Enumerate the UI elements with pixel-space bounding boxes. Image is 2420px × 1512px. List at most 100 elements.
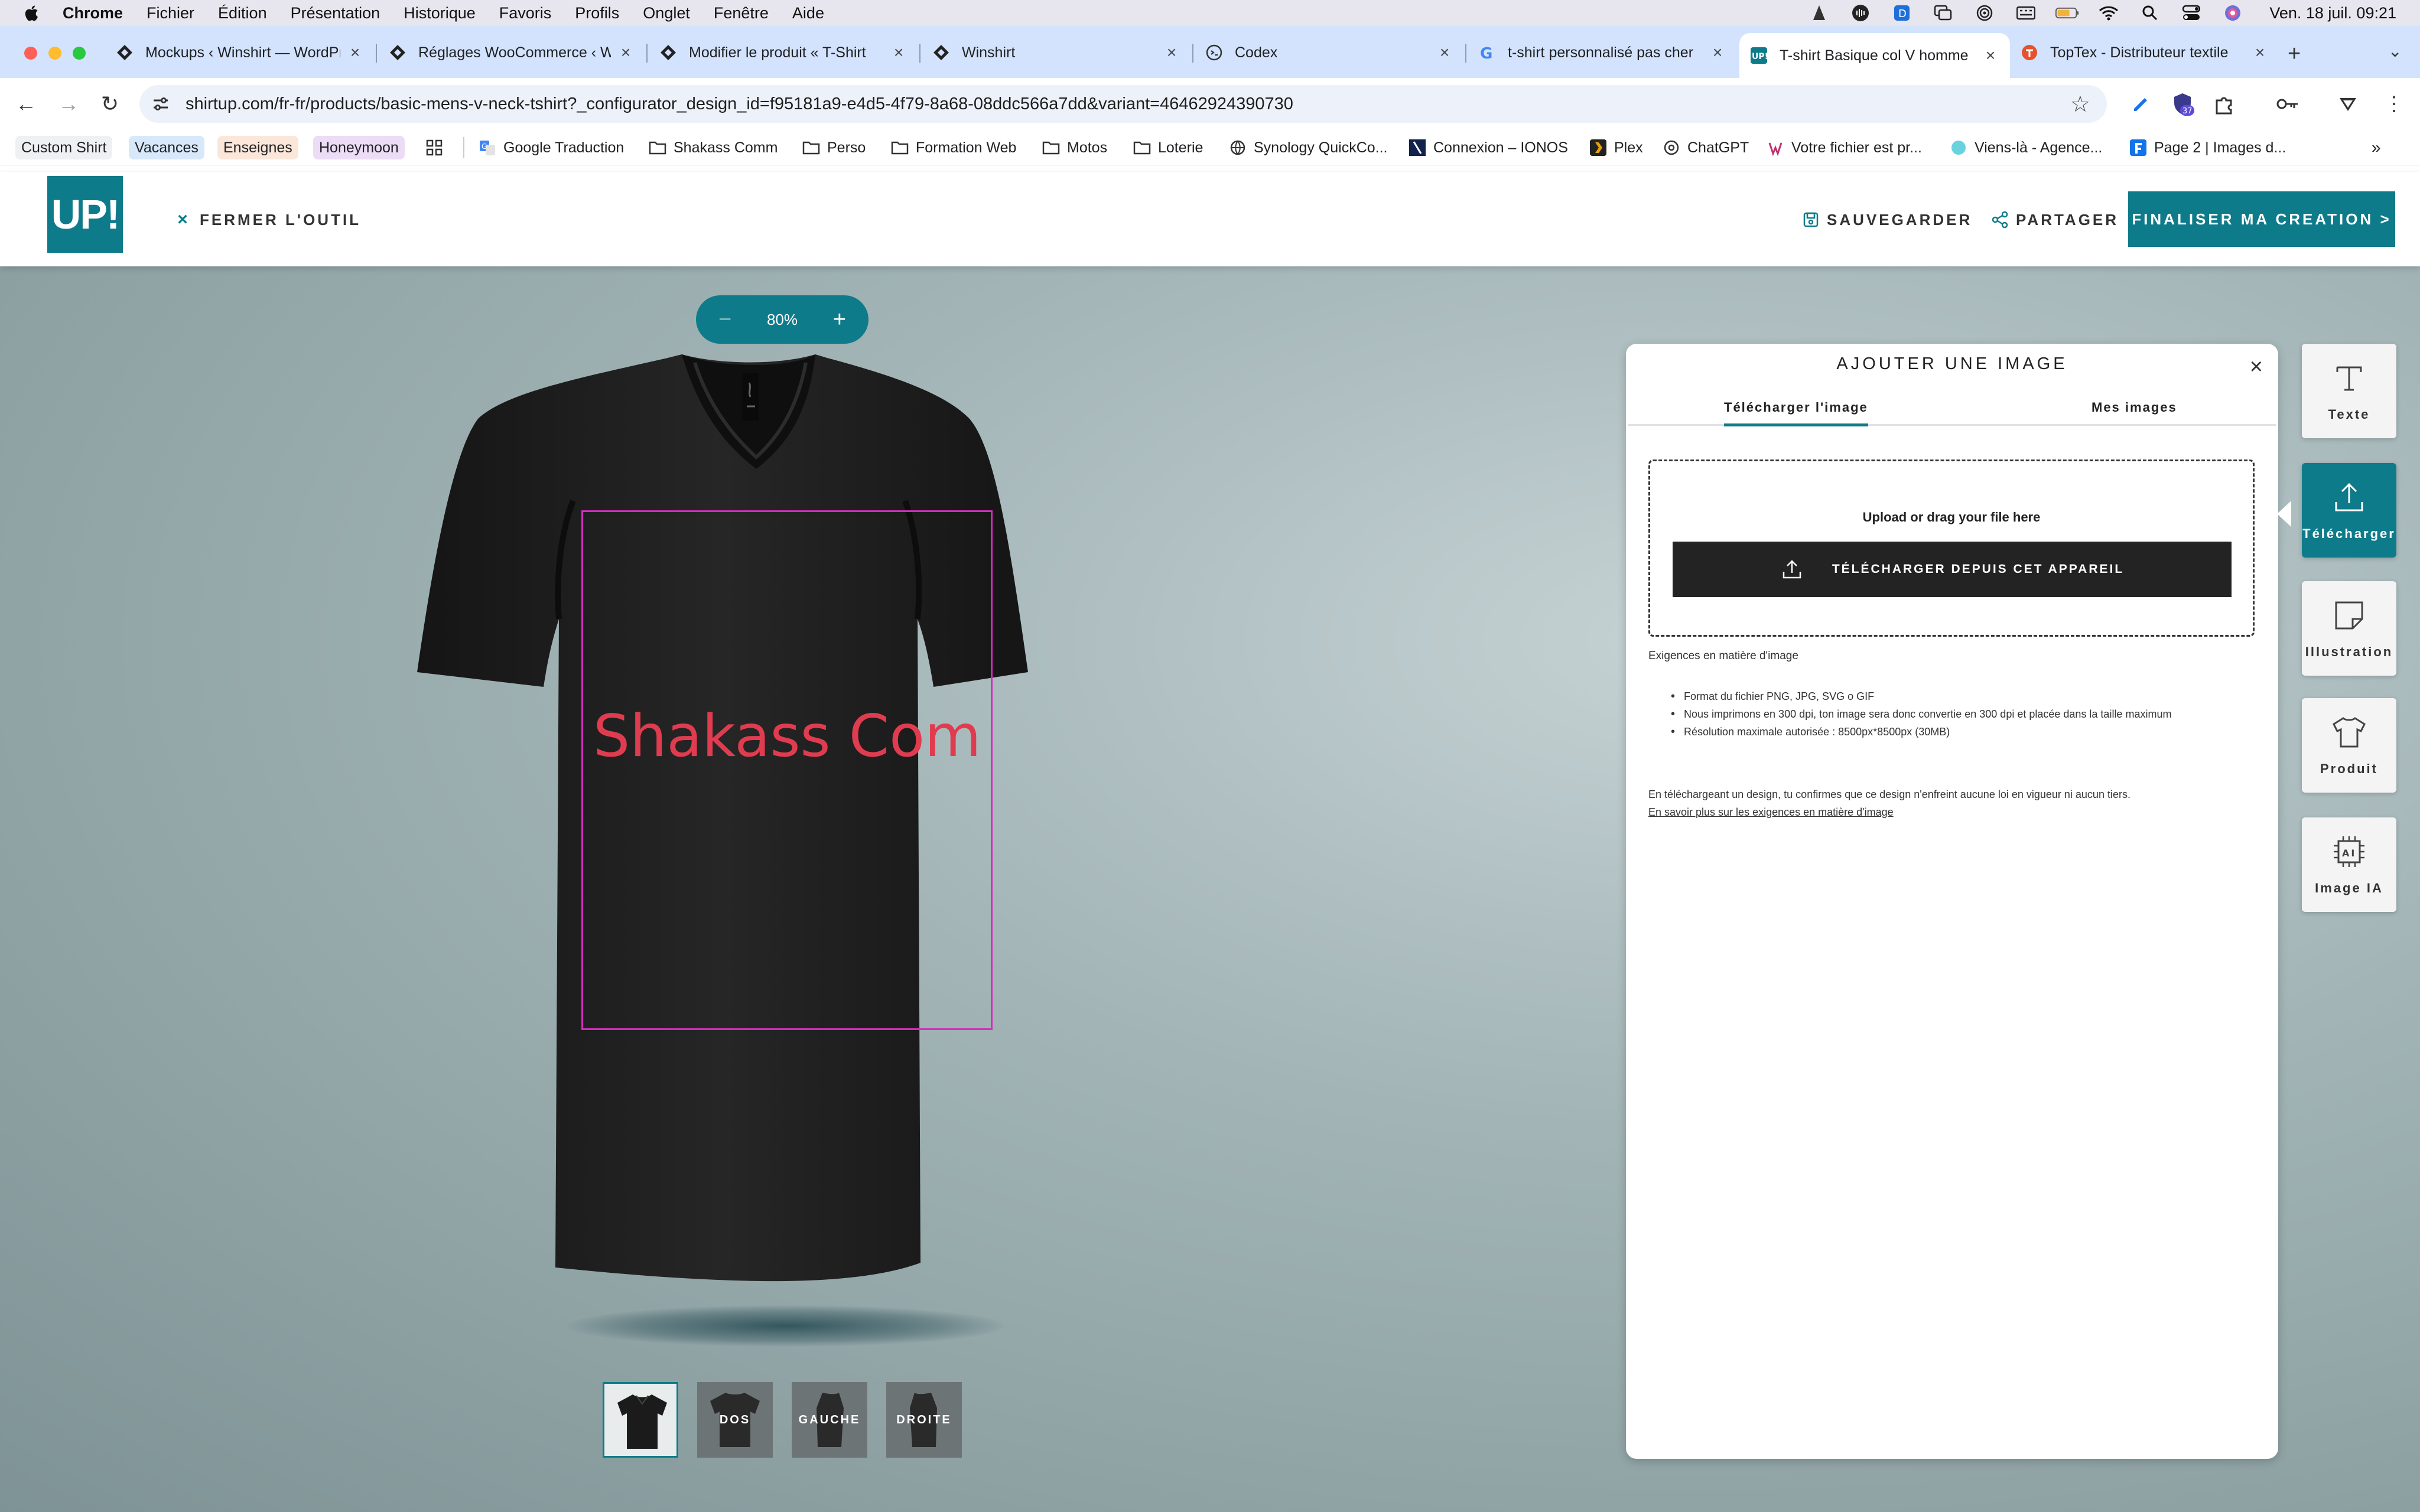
bookmark-folder-perso[interactable]: Perso xyxy=(802,136,866,159)
tab-shirtup-active[interactable]: UP! T-shirt Basique col V homme × xyxy=(1739,33,2010,78)
view-thumb-front[interactable] xyxy=(603,1382,678,1458)
tool-product[interactable]: Produit xyxy=(2302,698,2396,793)
bookmark-folder-loterie[interactable]: Loterie xyxy=(1133,136,1203,159)
tab-close-icon[interactable]: × xyxy=(1709,43,1726,61)
tab-close-icon[interactable]: × xyxy=(2251,43,2269,61)
tab-upload-image[interactable]: Télécharger l'image xyxy=(1724,400,1868,426)
tab-close-icon[interactable]: × xyxy=(346,43,364,61)
reload-icon[interactable]: ↻ xyxy=(96,90,124,118)
bookmark-custom-shirt[interactable]: Custom Shirt xyxy=(15,136,113,159)
address-bar[interactable]: shirtup.com/fr-fr/products/basic-mens-v-… xyxy=(139,85,2107,123)
menu-profils[interactable]: Profils xyxy=(575,4,619,22)
airdrop-icon[interactable] xyxy=(1973,4,1996,22)
menu-aide[interactable]: Aide xyxy=(792,4,824,22)
tab-close-icon[interactable]: × xyxy=(890,43,908,61)
bookmark-page-2-images[interactable]: Page 2 | Images d... xyxy=(2129,136,2286,159)
bookmark-viens-la[interactable]: Viens-là - Agence... xyxy=(1950,136,2102,159)
password-key-icon[interactable] xyxy=(2273,90,2302,118)
profile-extension-icon[interactable] xyxy=(2334,90,2362,118)
tab-google-search[interactable]: G t-shirt personnalisé pas cher × xyxy=(1478,33,1726,72)
audio-icon[interactable] xyxy=(1849,4,1872,22)
menu-presentation[interactable]: Présentation xyxy=(291,4,380,22)
close-icon[interactable]: × xyxy=(2250,354,2263,380)
menu-fenetre[interactable]: Fenêtre xyxy=(714,4,769,22)
apple-icon[interactable] xyxy=(24,4,41,22)
tool-ai-image[interactable]: AI Image IA xyxy=(2302,817,2396,912)
tool-text[interactable]: Texte xyxy=(2302,344,2396,438)
requirements-link[interactable]: En savoir plus sur les exigences en mati… xyxy=(1648,803,2257,821)
tab-mockups[interactable]: Mockups ‹ Winshirt — WordPress × xyxy=(116,33,364,72)
bookmark-plex[interactable]: Plex xyxy=(1589,136,1643,159)
back-arrow-icon[interactable]: ← xyxy=(12,90,40,118)
forward-arrow-icon[interactable]: → xyxy=(54,90,83,118)
close-tool-button[interactable]: × FERMER L'OUTIL xyxy=(175,208,361,232)
bookmark-folder-formation-web[interactable]: Formation Web xyxy=(891,136,1016,159)
menu-fichier[interactable]: Fichier xyxy=(147,4,194,22)
control-center-icon[interactable] xyxy=(2180,4,2203,22)
site-info-icon[interactable] xyxy=(151,94,170,113)
view-thumb-right[interactable]: DROITE xyxy=(886,1382,962,1458)
bookmark-folder-motos[interactable]: Motos xyxy=(1042,136,1107,159)
finalize-creation-button[interactable]: FINALISER MA CREATION > xyxy=(2128,191,2395,247)
apps-grid-icon[interactable] xyxy=(425,136,443,159)
shirtup-logo[interactable]: UP! xyxy=(47,176,123,253)
bookmark-honeymoon[interactable]: Honeymoon xyxy=(313,136,405,159)
keyboard-icon[interactable] xyxy=(2014,4,2038,22)
extension-pen-icon[interactable] xyxy=(2127,90,2155,118)
share-button[interactable]: PARTAGER xyxy=(1991,208,2119,232)
print-area-boundary[interactable] xyxy=(581,510,993,1030)
tab-search-chevron-icon[interactable]: ⌄ xyxy=(2388,41,2402,61)
tab-close-icon[interactable]: × xyxy=(617,43,635,61)
view-thumb-back[interactable]: DOS xyxy=(697,1382,773,1458)
menubar-clock[interactable]: Ven. 18 juil. 09:21 xyxy=(2269,4,2396,22)
window-minimize-button[interactable] xyxy=(48,47,61,60)
file-drop-zone[interactable]: Upload or drag your file here TÉLÉCHARGE… xyxy=(1648,460,2255,637)
battery-icon[interactable] xyxy=(2055,4,2079,22)
windows-icon[interactable] xyxy=(1931,4,1955,22)
bookmark-synology[interactable]: Synology QuickCo... xyxy=(1229,136,1388,159)
save-button[interactable]: SAUVEGARDER xyxy=(1802,208,1972,232)
chrome-menu-icon[interactable]: ⋮ xyxy=(2380,90,2408,118)
extensions-puzzle-icon[interactable] xyxy=(2210,90,2238,118)
design-text-layer[interactable]: Shakass Com xyxy=(593,703,981,770)
window-zoom-button[interactable] xyxy=(73,47,86,60)
tool-illustration[interactable]: Illustration xyxy=(2302,581,2396,676)
window-close-button[interactable] xyxy=(24,47,37,60)
menu-onglet[interactable]: Onglet xyxy=(643,4,690,22)
tab-my-images[interactable]: Mes images xyxy=(2092,400,2177,415)
upload-from-device-button[interactable]: TÉLÉCHARGER DEPUIS CET APPAREIL xyxy=(1673,542,2232,597)
view-thumb-left[interactable]: GAUCHE xyxy=(792,1382,867,1458)
tab-reglages-woocommerce[interactable]: Réglages WooCommerce ‹ Winshirt × xyxy=(389,33,635,72)
bookmark-ionos[interactable]: Connexion – IONOS xyxy=(1409,136,1568,159)
bookmark-chatgpt[interactable]: ChatGPT xyxy=(1663,136,1749,159)
tab-codex[interactable]: Codex × xyxy=(1205,33,1453,72)
bookmark-enseignes[interactable]: Enseignes xyxy=(217,136,298,159)
tab-toptex[interactable]: TopTex - Distributeur textile × xyxy=(2021,33,2269,72)
tool-upload[interactable]: Télécharger xyxy=(2302,463,2396,558)
bookmark-folder-shakass-comm[interactable]: Shakass Comm xyxy=(649,136,778,159)
bookmark-vacances[interactable]: Vacances xyxy=(129,136,204,159)
tab-close-icon[interactable]: × xyxy=(1163,43,1180,61)
menu-edition[interactable]: Édition xyxy=(218,4,267,22)
extension-shield-icon[interactable]: 37 xyxy=(2168,90,2197,118)
tab-close-icon[interactable]: × xyxy=(1436,43,1453,61)
menu-historique[interactable]: Historique xyxy=(404,4,476,22)
tab-close-icon[interactable]: × xyxy=(1982,46,1999,64)
zoom-in-button[interactable]: + xyxy=(833,307,846,333)
dashlane-icon[interactable]: D xyxy=(1890,4,1914,22)
bookmark-votre-fichier[interactable]: Votre fichier est pr... xyxy=(1767,136,1922,159)
vlc-icon[interactable] xyxy=(1807,4,1831,22)
zoom-out-button[interactable]: − xyxy=(718,307,731,333)
new-tab-button[interactable]: + xyxy=(2288,41,2301,67)
svg-text:G: G xyxy=(1480,45,1492,61)
menu-chrome[interactable]: Chrome xyxy=(63,4,123,22)
tab-winshirt[interactable]: Winshirt × xyxy=(932,33,1180,72)
menu-favoris[interactable]: Favoris xyxy=(499,4,552,22)
siri-icon[interactable] xyxy=(2221,4,2245,22)
spotlight-icon[interactable] xyxy=(2138,4,2162,22)
bookmarks-overflow-icon[interactable]: » xyxy=(2372,136,2381,159)
bookmark-google-traduction[interactable]: G Google Traduction xyxy=(479,136,624,159)
wifi-icon[interactable] xyxy=(2097,4,2120,22)
tab-modifier-produit[interactable]: Modifier le produit « T-Shirt × xyxy=(659,33,908,72)
bookmark-star-icon[interactable]: ☆ xyxy=(2070,91,2090,118)
